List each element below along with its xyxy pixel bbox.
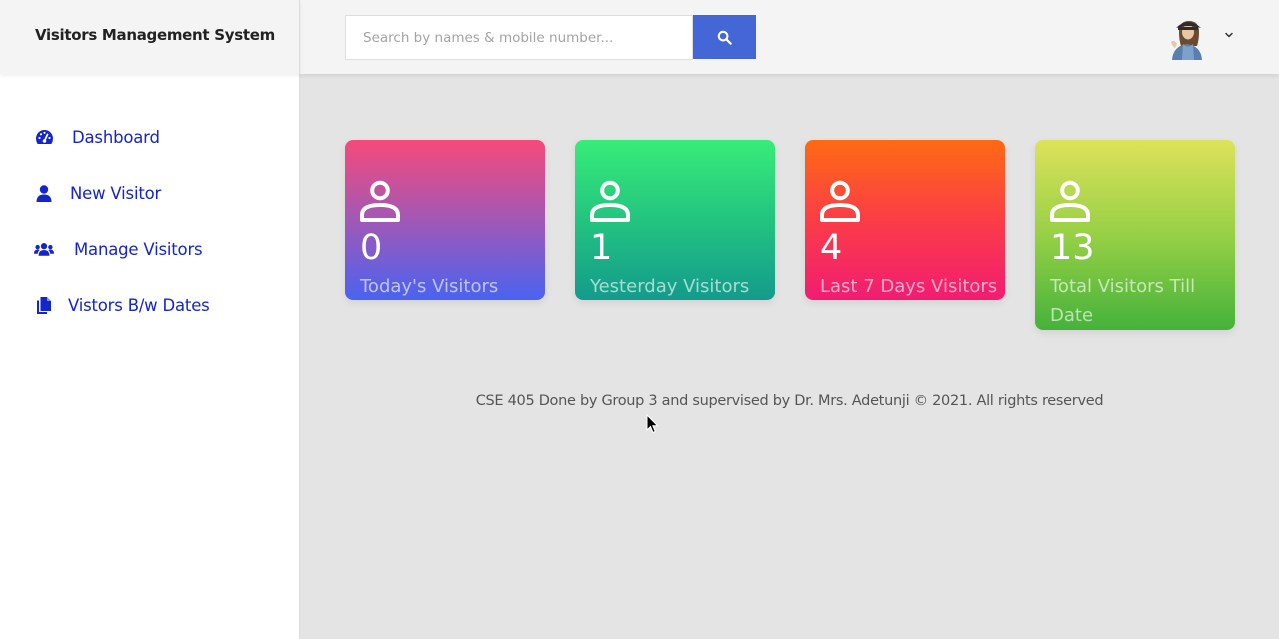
stat-card-today[interactable]: 0 Today's Visitors: [345, 140, 545, 300]
users-icon: [34, 240, 54, 258]
person-icon: [590, 180, 630, 222]
stat-card-total[interactable]: 13 Total Visitors Till Date: [1035, 140, 1235, 330]
sidebar-item-new-visitor[interactable]: New Visitor: [34, 181, 161, 205]
brand-header: Visitors Management System: [0, 0, 300, 74]
stat-label: Total Visitors Till Date: [1050, 276, 1196, 326]
stat-value: 13: [1050, 228, 1095, 268]
mouse-cursor-icon: [646, 414, 659, 434]
sidebar-item-manage-visitors[interactable]: Manage Visitors: [34, 237, 203, 261]
person-icon: [360, 180, 400, 222]
sidebar-item-label: New Visitor: [70, 183, 162, 203]
stat-label: Yesterday Visitors: [590, 276, 750, 297]
dashboard-icon: [34, 128, 54, 146]
search-button[interactable]: [693, 15, 756, 59]
stat-card-yesterday[interactable]: 1 Yesterday Visitors: [575, 140, 775, 300]
documents-icon: [34, 296, 54, 314]
stat-value: 1: [590, 228, 613, 268]
sidebar-item-label: Dashboard: [72, 127, 160, 147]
stat-value: 0: [360, 228, 383, 268]
sidebar-item-visitors-between-dates[interactable]: Vistors B/w Dates: [34, 293, 210, 317]
sidebar-item-label: Manage Visitors: [74, 239, 203, 259]
person-icon: [820, 180, 860, 222]
person-icon: [1050, 180, 1090, 222]
sidebar: Dashboard New Visitor Manage Visitors Vi…: [0, 74, 300, 639]
footer-text: CSE 405 Done by Group 3 and supervised b…: [475, 393, 1104, 409]
search-input[interactable]: [345, 15, 693, 60]
stat-value: 4: [820, 228, 843, 268]
stat-label: Last 7 Days Visitors: [820, 276, 998, 297]
search-icon: [717, 30, 732, 45]
top-bar: [300, 0, 1279, 74]
chevron-down-icon[interactable]: [1224, 30, 1234, 40]
avatar[interactable]: [1165, 16, 1208, 60]
stat-card-last-7-days[interactable]: 4 Last 7 Days Visitors: [805, 140, 1005, 300]
sidebar-item-dashboard[interactable]: Dashboard: [34, 125, 160, 149]
app-title: Visitors Management System: [35, 26, 275, 44]
user-icon: [34, 184, 54, 202]
stat-label: Today's Visitors: [360, 276, 499, 297]
sidebar-item-label: Vistors B/w Dates: [68, 295, 210, 315]
